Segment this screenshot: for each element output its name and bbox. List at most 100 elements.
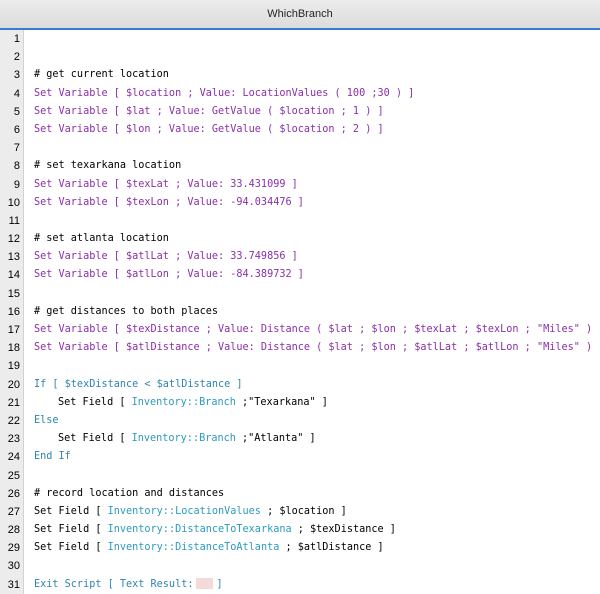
script-line[interactable]: 25	[0, 467, 600, 485]
script-line[interactable]: 28 Set Field [ Inventory::DistanceToTexar…	[0, 521, 600, 539]
set-variable-step[interactable]: Set Variable [ $lat ; Value: GetValue ( …	[34, 103, 384, 121]
line-number: 11	[8, 214, 20, 227]
script-line[interactable]: 17 Set Variable [ $texDistance ; Value: D…	[0, 321, 600, 339]
script-line[interactable]: 30	[0, 557, 600, 575]
script-line[interactable]: 23 Set Field [ Inventory::Branch ;"Atlant…	[0, 430, 600, 448]
window-title: WhichBranch	[0, 0, 600, 29]
set-variable-step[interactable]: Set Variable [ $location ; Value: Locati…	[34, 85, 414, 103]
line-number: 4	[13, 87, 20, 100]
line-number: 13	[7, 251, 20, 264]
script-line[interactable]: 19	[0, 357, 600, 375]
set-field-suffix: ; $texDistance ]	[291, 524, 396, 536]
script-line[interactable]: 20 If [ $texDistance < $atlDistance ]	[0, 376, 600, 394]
script-line[interactable]: 2	[0, 48, 600, 66]
comment-step[interactable]: # get current location	[34, 66, 169, 84]
script-line[interactable]: 16 # get distances to both places	[0, 303, 600, 321]
line-number: 29	[7, 542, 20, 555]
script-line[interactable]: 10 Set Variable [ $texLon ; Value: -94.03…	[0, 194, 600, 212]
script-line[interactable]: 1	[0, 30, 600, 48]
line-number: 8	[13, 160, 20, 173]
script-line[interactable]: 7	[0, 139, 600, 157]
set-field-prefix: Set Field [	[58, 396, 132, 408]
set-field-suffix: ; $location ]	[260, 505, 347, 517]
if-step[interactable]: If [ $texDistance < $atlDistance ]	[34, 376, 243, 394]
end-if-step[interactable]: End If	[34, 448, 71, 466]
set-variable-step[interactable]: Set Variable [ $atlLon ; Value: -84.3897…	[34, 266, 304, 284]
line-number: 9	[13, 178, 20, 191]
script-line[interactable]: 6 Set Variable [ $lon ; Value: GetValue (…	[0, 121, 600, 139]
comment-step[interactable]: # set texarkana location	[34, 157, 181, 175]
line-number: 7	[13, 142, 20, 155]
script-line[interactable]: 3 # get current location	[0, 66, 600, 84]
set-field-suffix: ; $atlDistance ]	[279, 542, 384, 554]
line-number: 26	[7, 487, 20, 500]
script-line[interactable]: 8 # set texarkana location	[0, 157, 600, 175]
set-field-suffix: ;"Atlanta" ]	[235, 433, 316, 445]
set-field-step[interactable]: Set Field [ Inventory::LocationValues ; …	[34, 503, 347, 521]
set-field-suffix: ;"Texarkana" ]	[235, 396, 328, 408]
script-line[interactable]: 9 Set Variable [ $texLat ; Value: 33.4310…	[0, 176, 600, 194]
set-field-step[interactable]: Set Field [ Inventory::Branch ;"Atlanta"…	[34, 430, 316, 448]
line-number: 30	[7, 560, 20, 573]
script-line[interactable]: 12 # set atlanta location	[0, 230, 600, 248]
set-variable-step[interactable]: Set Variable [ $texDistance ; Value: Dis…	[34, 321, 600, 339]
exit-script-close-bracket: ]	[216, 578, 223, 590]
line-number: 23	[7, 433, 20, 446]
set-variable-step[interactable]: Set Variable [ $texLon ; Value: -94.0344…	[34, 194, 304, 212]
comment-step[interactable]: # record location and distances	[34, 485, 224, 503]
script-line[interactable]: 5 Set Variable [ $lat ; Value: GetValue (…	[0, 103, 600, 121]
script-line[interactable]: 22 Else	[0, 412, 600, 430]
line-number: 10	[7, 196, 20, 209]
script-line[interactable]: 4 Set Variable [ $location ; Value: Locat…	[0, 85, 600, 103]
line-number: 31	[7, 578, 20, 591]
line-number: 14	[7, 269, 20, 282]
line-number: 17	[7, 324, 20, 336]
exit-script-step[interactable]: Exit Script [ Text Result:]	[34, 576, 223, 594]
script-line[interactable]: 31 Exit Script [ Text Result:]	[0, 576, 600, 594]
line-number: 2	[13, 51, 20, 64]
script-line[interactable]: 18 Set Variable [ $atlDistance ; Value: D…	[0, 339, 600, 357]
line-number: 12	[7, 233, 20, 246]
set-field-prefix: Set Field [	[34, 542, 108, 554]
line-number: 28	[7, 524, 20, 537]
line-number: 21	[7, 396, 20, 409]
script-line[interactable]: 15	[0, 285, 600, 303]
empty-result-placeholder[interactable]	[196, 577, 214, 589]
set-field-step[interactable]: Set Field [ Inventory::DistanceToAtlanta…	[34, 539, 384, 557]
set-variable-step[interactable]: Set Variable [ $texLat ; Value: 33.43109…	[34, 176, 298, 194]
field-reference: Inventory::Branch	[131, 433, 236, 445]
field-reference: Inventory::Branch	[131, 396, 236, 408]
set-field-step[interactable]: Set Field [ Inventory::Branch ;"Texarkan…	[34, 394, 328, 412]
script-line[interactable]: 13 Set Variable [ $atlLat ; Value: 33.749…	[0, 248, 600, 266]
comment-step[interactable]: # set atlanta location	[34, 230, 169, 248]
line-number: 20	[7, 378, 20, 391]
line-number: 24	[7, 451, 20, 464]
line-number: 1	[13, 33, 20, 45]
line-number: 3	[13, 69, 20, 82]
field-reference: Inventory::LocationValues	[107, 505, 261, 517]
script-line[interactable]: 14 Set Variable [ $atlLon ; Value: -84.38…	[0, 266, 600, 284]
field-reference: Inventory::DistanceToAtlanta	[107, 542, 280, 554]
script-line[interactable]: 21 Set Field [ Inventory::Branch ;"Texark…	[0, 394, 600, 412]
set-field-step[interactable]: Set Field [ Inventory::DistanceToTexarka…	[34, 521, 396, 539]
script-line[interactable]: 26 # record location and distances	[0, 485, 600, 503]
set-field-prefix: Set Field [	[34, 505, 108, 517]
line-number: 5	[13, 105, 20, 118]
set-field-prefix: Set Field [	[58, 433, 132, 445]
line-number: 6	[13, 123, 20, 136]
script-editor[interactable]: 1 2 3 # get current location 4 Set Variabl…	[0, 30, 600, 594]
script-line[interactable]: 29 Set Field [ Inventory::DistanceToAtlan…	[0, 539, 600, 557]
set-variable-step[interactable]: Set Variable [ $atlDistance ; Value: Dis…	[34, 339, 600, 357]
script-line[interactable]: 24 End If	[0, 448, 600, 466]
set-variable-step[interactable]: Set Variable [ $atlLat ; Value: 33.74985…	[34, 248, 298, 266]
line-number: 25	[7, 469, 20, 482]
line-number: 22	[7, 414, 20, 427]
exit-script-label: Exit Script [ Text Result:	[34, 578, 194, 590]
else-step[interactable]: Else	[34, 412, 59, 430]
comment-step[interactable]: # get distances to both places	[34, 303, 218, 321]
script-line[interactable]: 27 Set Field [ Inventory::LocationValues …	[0, 503, 600, 521]
script-line[interactable]: 11	[0, 212, 600, 230]
line-number: 18	[7, 342, 20, 355]
line-number: 16	[7, 305, 20, 318]
set-variable-step[interactable]: Set Variable [ $lon ; Value: GetValue ( …	[34, 121, 384, 139]
